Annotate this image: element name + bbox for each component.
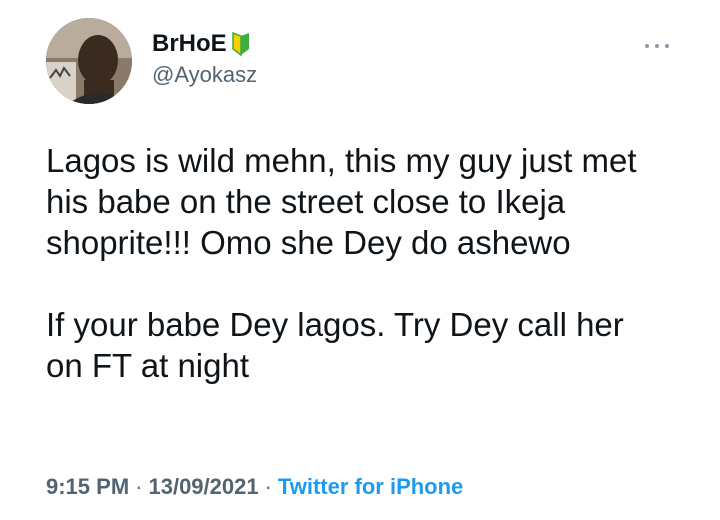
author-handle[interactable]: @Ayokasz xyxy=(152,62,257,88)
meta-separator: · xyxy=(264,474,272,499)
author-name-row[interactable]: BrHoE xyxy=(152,30,251,58)
tweet-paragraph: Lagos is wild mehn, this my guy just met… xyxy=(46,142,637,261)
tweet-text: Lagos is wild mehn, this my guy just met… xyxy=(46,140,696,386)
beginner-shield-icon xyxy=(231,31,251,57)
tweet-time[interactable]: 9:15 PM xyxy=(46,474,129,499)
tweet-card: BrHoE @Ayokasz Lagos is wild mehn, this … xyxy=(0,0,720,520)
display-name[interactable]: BrHoE xyxy=(152,30,227,58)
tweet-date[interactable]: 13/09/2021 xyxy=(148,474,258,499)
more-options-icon[interactable] xyxy=(642,38,672,48)
tweet-source-link[interactable]: Twitter for iPhone xyxy=(278,474,463,499)
tweet-paragraph: If your babe Dey lagos. Try Dey call her… xyxy=(46,306,624,384)
meta-separator: · xyxy=(135,474,143,499)
avatar[interactable] xyxy=(46,18,132,104)
tweet-meta: 9:15 PM · 13/09/2021 · Twitter for iPhone xyxy=(46,474,463,500)
avatar-photo xyxy=(46,18,132,104)
